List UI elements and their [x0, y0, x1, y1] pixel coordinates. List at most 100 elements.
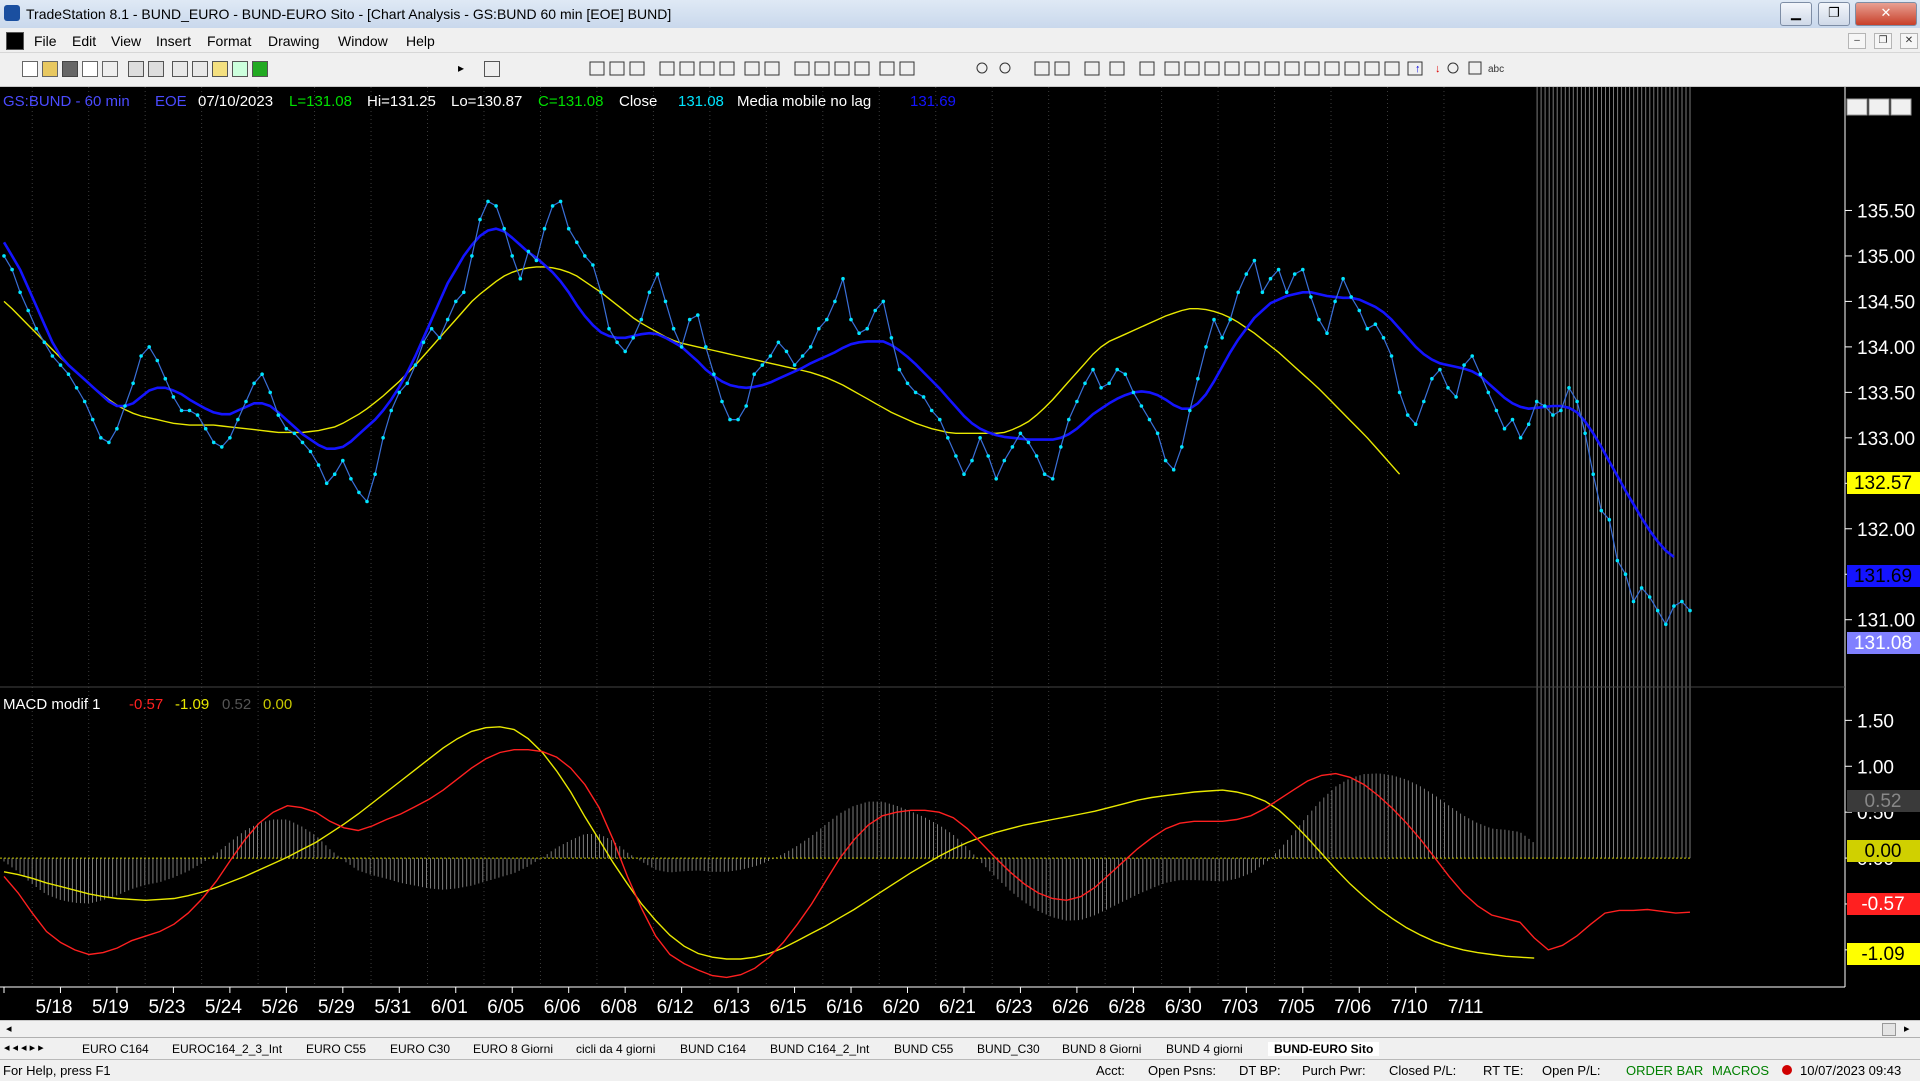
status-macros[interactable]: MACROS — [1712, 1063, 1769, 1078]
close-point — [1607, 517, 1612, 522]
close-point — [1067, 417, 1071, 422]
close-point — [50, 354, 55, 358]
macd-value-hist: 0.52 — [222, 696, 251, 713]
save-icon[interactable] — [102, 61, 118, 77]
close-point — [276, 413, 281, 417]
date-tick-label: 5/24 — [205, 997, 242, 1018]
close-point — [26, 308, 31, 313]
chart-canvas[interactable]: 135.50 135.00 134.50 134.00 133.50 133.00 132.… — [0, 87, 1920, 1020]
mdi-restore-button[interactable]: ❐ — [1874, 33, 1892, 49]
close-point — [58, 363, 63, 367]
open-icon[interactable] — [42, 61, 58, 77]
status-order-bar[interactable]: ORDER BAR — [1626, 1063, 1703, 1078]
tab-bund-4-giorni[interactable]: BUND 4 giorni — [1166, 1042, 1243, 1056]
tab-euro-c30[interactable]: EURO C30 — [390, 1042, 450, 1056]
close-point — [1615, 558, 1620, 563]
close-point — [792, 363, 797, 367]
open-workspace-icon[interactable] — [62, 61, 78, 77]
tab-bund-8-giorni[interactable]: BUND 8 Giorni — [1062, 1042, 1141, 1056]
menu-view[interactable]: View — [111, 33, 141, 49]
tab-euro-c55[interactable]: EURO C55 — [306, 1042, 366, 1056]
close-point — [341, 458, 345, 463]
tab-bund-c164-2-int[interactable]: BUND C164_2_Int — [770, 1042, 869, 1056]
close-point — [107, 440, 111, 445]
tab-euro-8-giorni[interactable]: EURO 8 Giorni — [473, 1042, 553, 1056]
tab-navigation-icon[interactable]: ◂◂◂▸▸ — [4, 1041, 47, 1054]
svg-text:↑: ↑ — [1415, 63, 1421, 75]
tab-bund-c30[interactable]: BUND_C30 — [977, 1042, 1040, 1056]
find-symbol-icon[interactable] — [484, 61, 500, 77]
new-icon[interactable] — [22, 61, 38, 77]
restore-button[interactable]: ❐ — [1818, 2, 1850, 26]
tab-bund-c164[interactable]: BUND C164 — [680, 1042, 746, 1056]
scroll-thumb[interactable] — [1882, 1023, 1896, 1036]
series-close-line — [3, 200, 1691, 625]
new-window-icon[interactable] — [82, 61, 98, 77]
macd-tick-label: 1.00 — [1857, 757, 1894, 778]
menu-drawing[interactable]: Drawing — [268, 33, 319, 49]
tab-bund-c55[interactable]: BUND C55 — [894, 1042, 953, 1056]
close-point — [139, 354, 143, 358]
mdi-close-button[interactable]: ✕ — [1900, 33, 1918, 49]
scroll-right-icon[interactable]: ▸ — [1904, 1022, 1910, 1035]
print-icon[interactable] — [148, 61, 164, 77]
close-point — [1413, 422, 1418, 427]
chart-window-icon[interactable] — [6, 32, 24, 50]
close-point — [10, 267, 14, 272]
subwindow-restore-button[interactable] — [1868, 98, 1890, 116]
subwindow-close-button[interactable] — [1890, 98, 1912, 116]
minimize-button[interactable]: ▁ — [1780, 2, 1812, 26]
close-point — [1276, 267, 1281, 272]
close-point — [308, 449, 313, 454]
menu-help[interactable]: Help — [406, 33, 435, 49]
arrow-right-icon[interactable]: ▸ — [458, 61, 472, 75]
format-symbol-icon[interactable] — [192, 61, 208, 77]
date-tick-label: 5/23 — [148, 997, 185, 1018]
close-point — [744, 404, 748, 408]
menu-format[interactable]: Format — [207, 33, 251, 49]
menu-file[interactable]: File — [34, 33, 57, 49]
mdi-minimize-button[interactable]: ‒ — [1848, 33, 1866, 49]
close-point — [1236, 290, 1240, 295]
close-point — [389, 408, 394, 413]
close-point — [728, 417, 732, 422]
format-window-icon[interactable] — [172, 61, 188, 77]
close-point — [211, 440, 216, 445]
tab-euro-c164[interactable]: EURO C164 — [82, 1042, 149, 1056]
series-macd-red — [3, 749, 1691, 979]
close-point — [849, 317, 853, 322]
tab-bund-euro-sito-active[interactable]: BUND-EURO Sito — [1268, 1042, 1380, 1056]
print-preview-icon[interactable] — [128, 61, 144, 77]
close-point — [179, 408, 184, 413]
menu-edit[interactable]: Edit — [72, 33, 96, 49]
close-point — [1196, 376, 1200, 381]
subwindow-minimize-button[interactable] — [1846, 98, 1868, 116]
title-bar: TradeStation 8.1 - BUND_EURO - BUND-EURO… — [0, 0, 1920, 29]
macd-axis: 1.501.000.500.00-0.50-1.00 — [1845, 711, 1900, 962]
chart-toolbar-icons[interactable]: ↓ ↑ abc — [580, 60, 1880, 78]
horizontal-scrollbar[interactable]: ◂ ▸ — [0, 1020, 1920, 1038]
close-button[interactable]: ✕ — [1855, 2, 1917, 26]
menu-window[interactable]: Window — [338, 33, 388, 49]
close-point — [1639, 586, 1644, 590]
close-point — [18, 290, 22, 295]
close-point — [1139, 404, 1144, 408]
tab-cicli-da-4-giorni[interactable]: cicli da 4 giorni — [576, 1042, 655, 1056]
macd-tick-label: 1.50 — [1857, 711, 1894, 732]
close-point — [1559, 408, 1563, 413]
close-point — [365, 499, 369, 504]
menu-insert[interactable]: Insert — [156, 33, 191, 49]
date-tick-label: 6/08 — [600, 997, 637, 1018]
close-point — [1551, 413, 1555, 417]
close-point — [825, 317, 829, 322]
strategy-icon[interactable] — [232, 61, 248, 77]
close-point — [776, 340, 781, 345]
close-point — [220, 445, 224, 449]
scroll-left-icon[interactable]: ◂ — [6, 1022, 12, 1035]
close-point — [268, 390, 273, 395]
tab-euroc164-2-3-int[interactable]: EUROC164_2_3_Int — [172, 1042, 282, 1056]
lock-icon[interactable] — [212, 61, 228, 77]
price-tick-label: 132.00 — [1857, 520, 1915, 541]
indicator-icon[interactable] — [252, 61, 268, 77]
chart-analysis-window[interactable]: 135.50 135.00 134.50 134.00 133.50 133.00 132.… — [0, 87, 1920, 1033]
